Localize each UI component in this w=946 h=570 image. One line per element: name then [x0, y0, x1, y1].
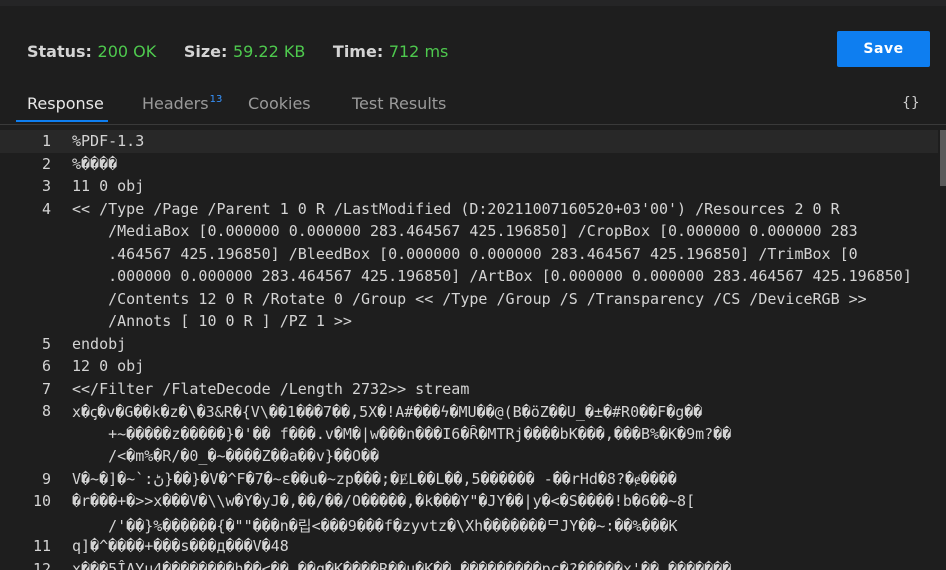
headers-count-badge: 13 — [209, 94, 223, 105]
time-item: Time: 712 ms — [333, 42, 448, 61]
active-tab-indicator — [16, 120, 108, 122]
line-number: 8 — [41, 402, 51, 420]
line-number: 3 — [41, 177, 51, 195]
status-value: 200 OK — [97, 42, 157, 61]
time-value: 712 ms — [388, 42, 449, 61]
code-line: q]�^����+���s���д���V�48 — [72, 537, 289, 555]
line-number: 7 — [41, 380, 51, 398]
line-number: 11 — [32, 537, 51, 555]
line-number: 10 — [32, 492, 51, 510]
size-value: 59.22 KB — [232, 42, 306, 61]
editor-scrollbar-thumb[interactable] — [940, 130, 946, 186]
response-body-editor[interactable]: 1 2 3 4 5 6 7 8 9 10 11 12 %PDF-1.3 %���… — [0, 130, 946, 570]
response-tabs: Response Headers13 Cookies Test Results … — [0, 84, 946, 125]
code-line: endobj — [72, 335, 127, 353]
code-line: %PDF-1.3 — [72, 132, 145, 150]
response-status-bar: Status: 200 OK Size: 59.22 KB Time: 712 … — [27, 42, 470, 61]
code-line: .464567 425.196850] /BleedBox [0.000000 … — [72, 245, 858, 263]
tab-test-results[interactable]: Test Results — [352, 94, 446, 113]
code-line: %���� — [72, 155, 118, 173]
code-line: �r���+�>>x���V�\\w�Y�yJ�,��/��/O�����,�k… — [72, 492, 696, 510]
line-number: 1 — [41, 132, 51, 150]
code-line: 12 0 obj — [72, 357, 145, 375]
time-label: Time: — [332, 42, 384, 61]
format-braces-icon[interactable]: {} — [902, 95, 920, 111]
code-line: << /Type /Page /Parent 1 0 R /LastModifi… — [72, 200, 840, 218]
tab-cookies[interactable]: Cookies — [248, 94, 311, 113]
line-number: 9 — [41, 470, 51, 488]
line-number: 4 — [41, 200, 51, 218]
window-top-strip — [0, 0, 946, 6]
code-line: /MediaBox [0.000000 0.000000 283.464567 … — [72, 222, 858, 240]
code-line: x�ꞔ�v�G��k�z�\�3&R�{V\��1���7��,5X�!A#��… — [72, 403, 703, 421]
status-item: Status: 200 OK — [27, 42, 156, 61]
code-line: x���5ÎAYu4��������h��<�� ��q�K����R��u�K… — [72, 560, 732, 570]
save-button[interactable]: Save — [837, 31, 930, 67]
code-line: +~�����z�����}�'�� f���.v�M�|w���n���I6�… — [72, 425, 732, 443]
code-line: /'��}%������{�""���n�립<���9���f�zyvtz�\X… — [72, 517, 678, 535]
code-line: .000000 0.000000 283.464567 425.196850] … — [72, 267, 912, 285]
code-line: 11 0 obj — [72, 177, 145, 195]
line-number: 12 — [32, 560, 51, 570]
code-line: /Contents 12 0 R /Rotate 0 /Group << /Ty… — [72, 290, 867, 308]
code-line: /Annots [ 10 0 R ] /PZ 1 >> — [72, 312, 352, 330]
line-number: 2 — [41, 155, 51, 173]
line-number: 6 — [41, 357, 51, 375]
tab-response[interactable]: Response — [27, 94, 104, 113]
code-line: V�~�]�~`:ڻ}��}�V�^F�7�~ɛ��u�~zp���;�ɆL��… — [72, 470, 677, 488]
line-number: 5 — [41, 335, 51, 353]
status-label: Status: — [27, 42, 92, 61]
code-line: /<�m%�R/�0_�~����Z��a��v}��O�� — [72, 447, 380, 465]
size-label: Size: — [183, 42, 228, 61]
code-line: <</Filter /FlateDecode /Length 2732>> st… — [72, 380, 470, 398]
tab-headers[interactable]: Headers13 — [142, 94, 222, 113]
tab-headers-label: Headers — [142, 94, 209, 113]
size-item: Size: 59.22 KB — [184, 42, 306, 61]
